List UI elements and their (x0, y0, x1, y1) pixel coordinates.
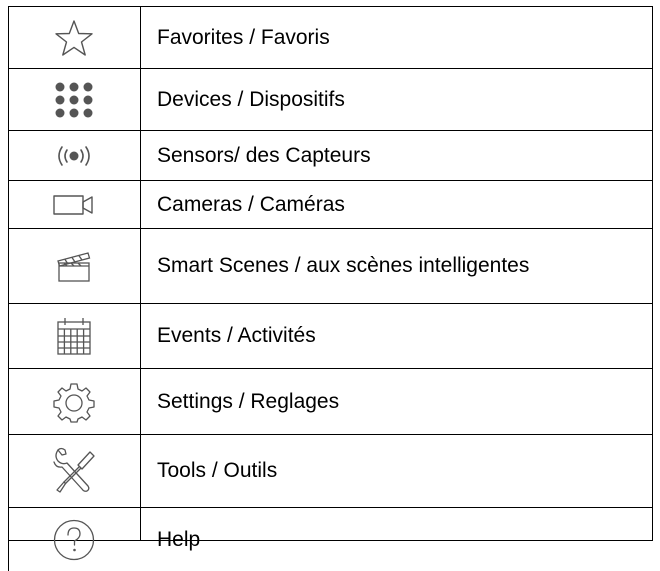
menu-row-sensors[interactable]: Sensors/ des Capteurs (8, 130, 653, 180)
menu-item-label: Help (157, 527, 201, 551)
menu-item-label: Settings / Reglages (157, 389, 340, 413)
menu-row-cameras[interactable]: Cameras / Caméras (8, 180, 653, 228)
menu-row-settings[interactable]: Settings / Reglages (8, 368, 653, 434)
clapperboard-icon (8, 229, 140, 303)
menu-item-label: Smart Scenes / aux scènes intelligentes (157, 254, 530, 277)
video-camera-icon (8, 181, 140, 228)
menu-item-label: Events / Activités (157, 324, 316, 347)
menu-row-devices[interactable]: Devices / Dispositifs (8, 68, 653, 130)
menu-item-label: Sensors/ des Capteurs (157, 143, 371, 167)
help-icon (8, 508, 140, 571)
menu-row-smart-scenes[interactable]: Smart Scenes / aux scènes intelligentes (8, 228, 653, 303)
menu-row-help[interactable]: Help (8, 507, 653, 571)
gear-icon (8, 369, 140, 434)
menu-item-label: Cameras / Caméras (157, 192, 345, 216)
menu-item-label: Devices / Dispositifs (157, 87, 345, 111)
grid-dots-icon (8, 69, 140, 130)
menu-row-tools[interactable]: Tools / Outils (8, 434, 653, 507)
star-icon (8, 7, 140, 68)
menu-row-events[interactable]: Events / Activités (8, 303, 653, 368)
menu-item-label: Favorites / Favoris (157, 25, 330, 49)
calendar-icon (8, 304, 140, 368)
menu-row-favorites[interactable]: Favorites / Favoris (8, 6, 653, 68)
menu-item-label: Tools / Outils (157, 459, 278, 482)
tools-icon (8, 435, 140, 507)
sensor-signal-icon (8, 131, 140, 180)
